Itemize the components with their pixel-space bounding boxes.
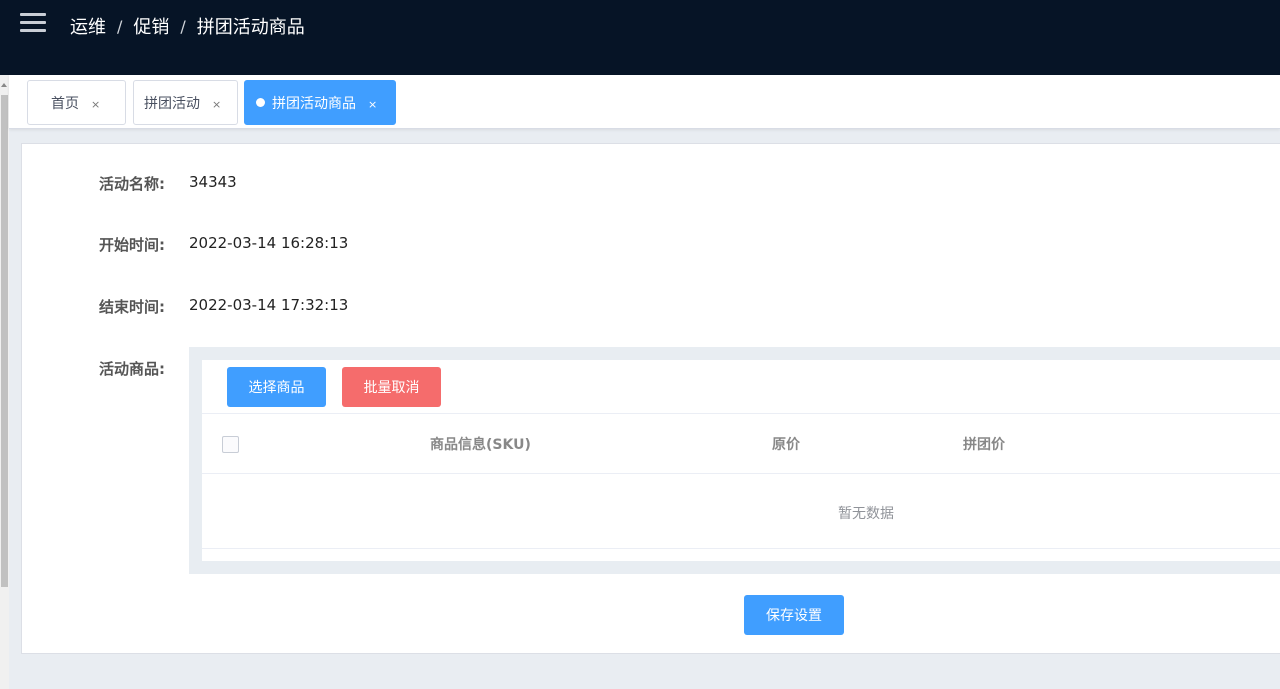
goods-table-container: 选择商品 批量取消 商品信息(SKU) 原价 拼团价 暂无数据 (202, 360, 1280, 561)
close-icon[interactable]: × (91, 98, 100, 111)
batch-cancel-button[interactable]: 批量取消 (342, 367, 441, 407)
active-dot-icon (256, 98, 265, 107)
scrollbar-thumb[interactable] (1, 95, 8, 587)
tags-view-bar: 首页 × 拼团活动 × 拼团活动商品 × (9, 75, 1280, 129)
column-header-sku: 商品信息(SKU) (430, 437, 531, 453)
top-header: 运维 / 促销 / 拼团活动商品 (0, 0, 1280, 75)
table-bottom-border (202, 548, 1280, 549)
main-card: 活动名称: 34343 开始时间: 2022-03-14 16:28:13 结束… (21, 143, 1280, 654)
select-all-checkbox[interactable] (222, 436, 239, 453)
close-icon[interactable]: × (212, 98, 221, 111)
breadcrumb-item-ops[interactable]: 运维 (70, 13, 106, 39)
tab-home[interactable]: 首页 × (27, 80, 126, 125)
column-header-group-price: 拼团价 (963, 437, 1005, 453)
breadcrumb-separator: / (180, 16, 186, 36)
goods-panel: 选择商品 批量取消 商品信息(SKU) 原价 拼团价 暂无数据 (189, 347, 1280, 574)
save-settings-button[interactable]: 保存设置 (744, 595, 844, 635)
breadcrumb-item-current: 拼团活动商品 (196, 17, 305, 38)
tab-label: 拼团活动商品 (272, 95, 356, 112)
activity-name-value: 34343 (189, 173, 237, 191)
tab-label: 拼团活动 (144, 95, 200, 112)
goods-table-header: 商品信息(SKU) 原价 拼团价 (202, 413, 1280, 474)
column-header-original-price: 原价 (772, 437, 800, 453)
close-icon[interactable]: × (368, 98, 377, 111)
sidebar-scrollbar[interactable] (0, 75, 9, 689)
select-goods-button[interactable]: 选择商品 (227, 367, 326, 407)
tab-group-buy-goods[interactable]: 拼团活动商品 × (244, 80, 396, 125)
activity-goods-label: 活动商品: (99, 360, 165, 378)
start-time-label: 开始时间: (99, 236, 165, 254)
empty-data-text: 暂无数据 (838, 506, 894, 522)
end-time-label: 结束时间: (99, 298, 165, 316)
menu-icon[interactable] (20, 13, 46, 35)
scroll-up-arrow-icon[interactable] (1, 83, 7, 87)
tab-group-buy-activity[interactable]: 拼团活动 × (133, 80, 238, 125)
tab-label: 首页 (51, 95, 79, 112)
start-time-value: 2022-03-14 16:28:13 (189, 234, 349, 252)
breadcrumb: 运维 / 促销 / 拼团活动商品 (70, 13, 305, 39)
breadcrumb-item-promo[interactable]: 促销 (133, 13, 169, 39)
breadcrumb-separator: / (117, 16, 123, 36)
activity-name-label: 活动名称: (99, 175, 165, 193)
end-time-value: 2022-03-14 17:32:13 (189, 296, 349, 314)
